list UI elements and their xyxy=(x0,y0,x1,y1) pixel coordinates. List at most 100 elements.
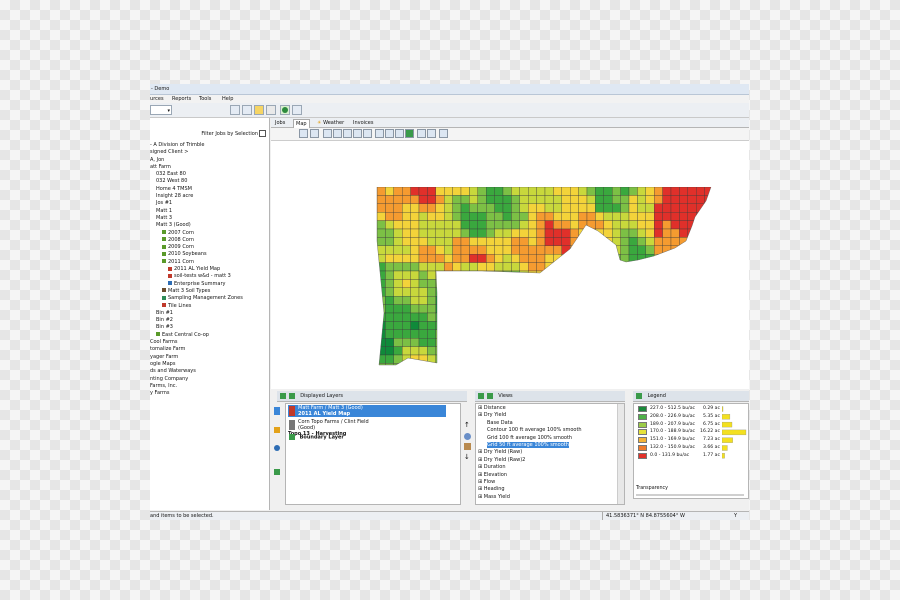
view-item[interactable]: ⊞ Heading xyxy=(478,486,616,493)
layer-item-boundary[interactable]: Boundary Layer xyxy=(288,434,344,441)
transparency-slider[interactable] xyxy=(636,494,744,496)
job-selector-dropdown[interactable]: ▾ xyxy=(150,105,172,115)
tree-node[interactable]: A, Jon xyxy=(150,157,269,164)
yield-cell xyxy=(687,354,697,364)
layer-style-icon[interactable] xyxy=(274,427,280,433)
tree-node[interactable]: Sampling Management Zones xyxy=(150,295,269,302)
tree-node[interactable]: nting Company xyxy=(150,376,269,383)
tree-node[interactable]: soil-tests w&d - matt 3 xyxy=(150,273,269,280)
tree-node[interactable]: Enterprise Summary xyxy=(150,281,269,288)
measure-button[interactable] xyxy=(385,129,394,138)
yield-map[interactable] xyxy=(271,141,749,389)
tree-node[interactable]: East Central Co-op xyxy=(150,332,269,339)
add-layer-icon[interactable] xyxy=(280,392,286,399)
pan-tool-button[interactable] xyxy=(310,129,319,138)
remove-layer-icon[interactable] xyxy=(288,392,295,399)
tree-node[interactable]: tomalize Farm xyxy=(150,346,269,353)
tab-invoices[interactable]: Invoices xyxy=(351,119,375,127)
tree-node[interactable]: Bin #1 xyxy=(150,310,269,317)
tree-node[interactable]: 2008 Corn xyxy=(150,237,269,244)
zoom-extent-button[interactable] xyxy=(343,129,352,138)
view-item[interactable]: Contour 100 ft average 100% smooth xyxy=(478,427,616,434)
menu-tools[interactable]: Tools xyxy=(199,96,211,102)
move-up-icon[interactable]: ↑ xyxy=(464,421,470,429)
print-button[interactable] xyxy=(439,129,448,138)
zoom-out-button[interactable] xyxy=(333,129,342,138)
tree-node[interactable]: 2009 Corn xyxy=(150,244,269,251)
view-item[interactable]: ⊞ Dry Yield (Raw) xyxy=(478,449,616,456)
tree-node[interactable]: - A Division of Trimble xyxy=(150,142,269,149)
view-item[interactable]: Grid 50 ft average 100% smooth xyxy=(478,441,616,449)
tab-weather[interactable]: ☀ Weather xyxy=(315,119,346,127)
menu-reports[interactable]: Reports xyxy=(172,96,191,102)
tree-node[interactable]: 032 East 80 xyxy=(150,171,269,178)
view-item[interactable]: ⊞ Elevation xyxy=(478,472,616,479)
zoom-layer-button[interactable] xyxy=(353,129,362,138)
layer-tools-icon[interactable] xyxy=(464,443,471,450)
open-button[interactable] xyxy=(242,105,252,115)
identify-button[interactable] xyxy=(375,129,384,138)
view-item[interactable]: ⊞ Dry Yield xyxy=(478,412,616,419)
legend-icon[interactable] xyxy=(636,392,642,399)
zoom-to-layer-icon[interactable] xyxy=(464,433,471,440)
tree-node[interactable]: Jos #1 xyxy=(150,200,269,207)
draw-button[interactable] xyxy=(405,129,414,138)
tree-node[interactable]: 2007 Corn xyxy=(150,230,269,237)
tree-node[interactable]: signed Client > xyxy=(150,149,269,156)
tree-node[interactable]: Matt 3 Soil Types xyxy=(150,288,269,295)
tree-node[interactable]: att Farm xyxy=(150,164,269,171)
view-item[interactable]: ⊞ Flow xyxy=(478,479,616,486)
chart-icon[interactable] xyxy=(274,469,280,475)
info-icon[interactable] xyxy=(274,445,280,451)
menu-resources[interactable]: ources xyxy=(150,96,164,102)
folder-button[interactable] xyxy=(254,105,264,115)
tab-jobs[interactable]: Jobs xyxy=(273,119,287,127)
view-item[interactable]: ⊞ Dry Yield (Raw)2 xyxy=(478,457,616,464)
document-button[interactable] xyxy=(292,105,302,115)
tree-node[interactable]: ds and Waterways xyxy=(150,368,269,375)
tree-node[interactable]: 2010 Soybeans xyxy=(150,251,269,258)
map-view[interactable] xyxy=(271,140,749,389)
tree-node[interactable]: Matt 3 xyxy=(150,215,269,222)
add-view-icon[interactable] xyxy=(478,392,484,399)
view-item[interactable]: Grid 100 ft average 100% smooth xyxy=(478,435,616,442)
yield-cell xyxy=(553,262,562,272)
tree-node[interactable]: Farms, Inc. xyxy=(150,383,269,390)
views-scrollbar[interactable] xyxy=(617,404,624,504)
zoom-previous-button[interactable] xyxy=(363,129,372,138)
tree-node[interactable]: Matt 3 (Good) xyxy=(150,222,269,229)
view-item[interactable]: Base Data xyxy=(478,420,616,427)
save-button[interactable] xyxy=(266,105,276,115)
filter-checkbox[interactable] xyxy=(259,130,266,137)
tree-node[interactable]: Bin #2 xyxy=(150,317,269,324)
tree-node[interactable]: 032 West 80 xyxy=(150,178,269,185)
new-job-button[interactable] xyxy=(230,105,240,115)
layer-properties-icon[interactable] xyxy=(274,407,280,415)
tree-node[interactable]: Tile Lines xyxy=(150,303,269,310)
menu-help[interactable]: Help xyxy=(222,96,233,102)
tree-node[interactable]: Matt 1 xyxy=(150,208,269,215)
filter-jobs-toggle[interactable]: Filter Jobs by Selection xyxy=(201,130,266,137)
edit-button[interactable] xyxy=(395,129,404,138)
tree-node[interactable]: yager Farm xyxy=(150,354,269,361)
tree-node[interactable]: 2011 Corn xyxy=(150,259,269,266)
tree-node[interactable]: Home 4 TMSM xyxy=(150,186,269,193)
tree-node[interactable]: y Farms xyxy=(150,390,269,397)
tree-node[interactable]: ogle Maps xyxy=(150,361,269,368)
tree-node[interactable]: 2011 AL Yield Map xyxy=(150,266,269,273)
tab-map[interactable]: Map xyxy=(293,119,310,128)
tree-node[interactable]: Cool Farms xyxy=(150,339,269,346)
play-button[interactable] xyxy=(417,129,426,138)
tree-node[interactable]: Insight 28 acre xyxy=(150,193,269,200)
zoom-in-button[interactable] xyxy=(323,129,332,138)
move-down-icon[interactable]: ↓ xyxy=(464,453,470,461)
forward-button[interactable] xyxy=(427,129,436,138)
remove-view-icon[interactable] xyxy=(486,392,493,399)
view-item[interactable]: ⊞ Distance xyxy=(478,405,616,412)
select-tool-button[interactable] xyxy=(299,129,308,138)
layer-item-yield-map[interactable]: Matt Farm / Matt 3 (Good) 2011 AL Yield … xyxy=(288,405,446,417)
tree-node[interactable]: Bin #3 xyxy=(150,324,269,331)
view-item[interactable]: ⊞ Mass Yield xyxy=(478,494,616,501)
view-item[interactable]: ⊞ Duration xyxy=(478,464,616,471)
globe-button[interactable] xyxy=(280,105,290,115)
